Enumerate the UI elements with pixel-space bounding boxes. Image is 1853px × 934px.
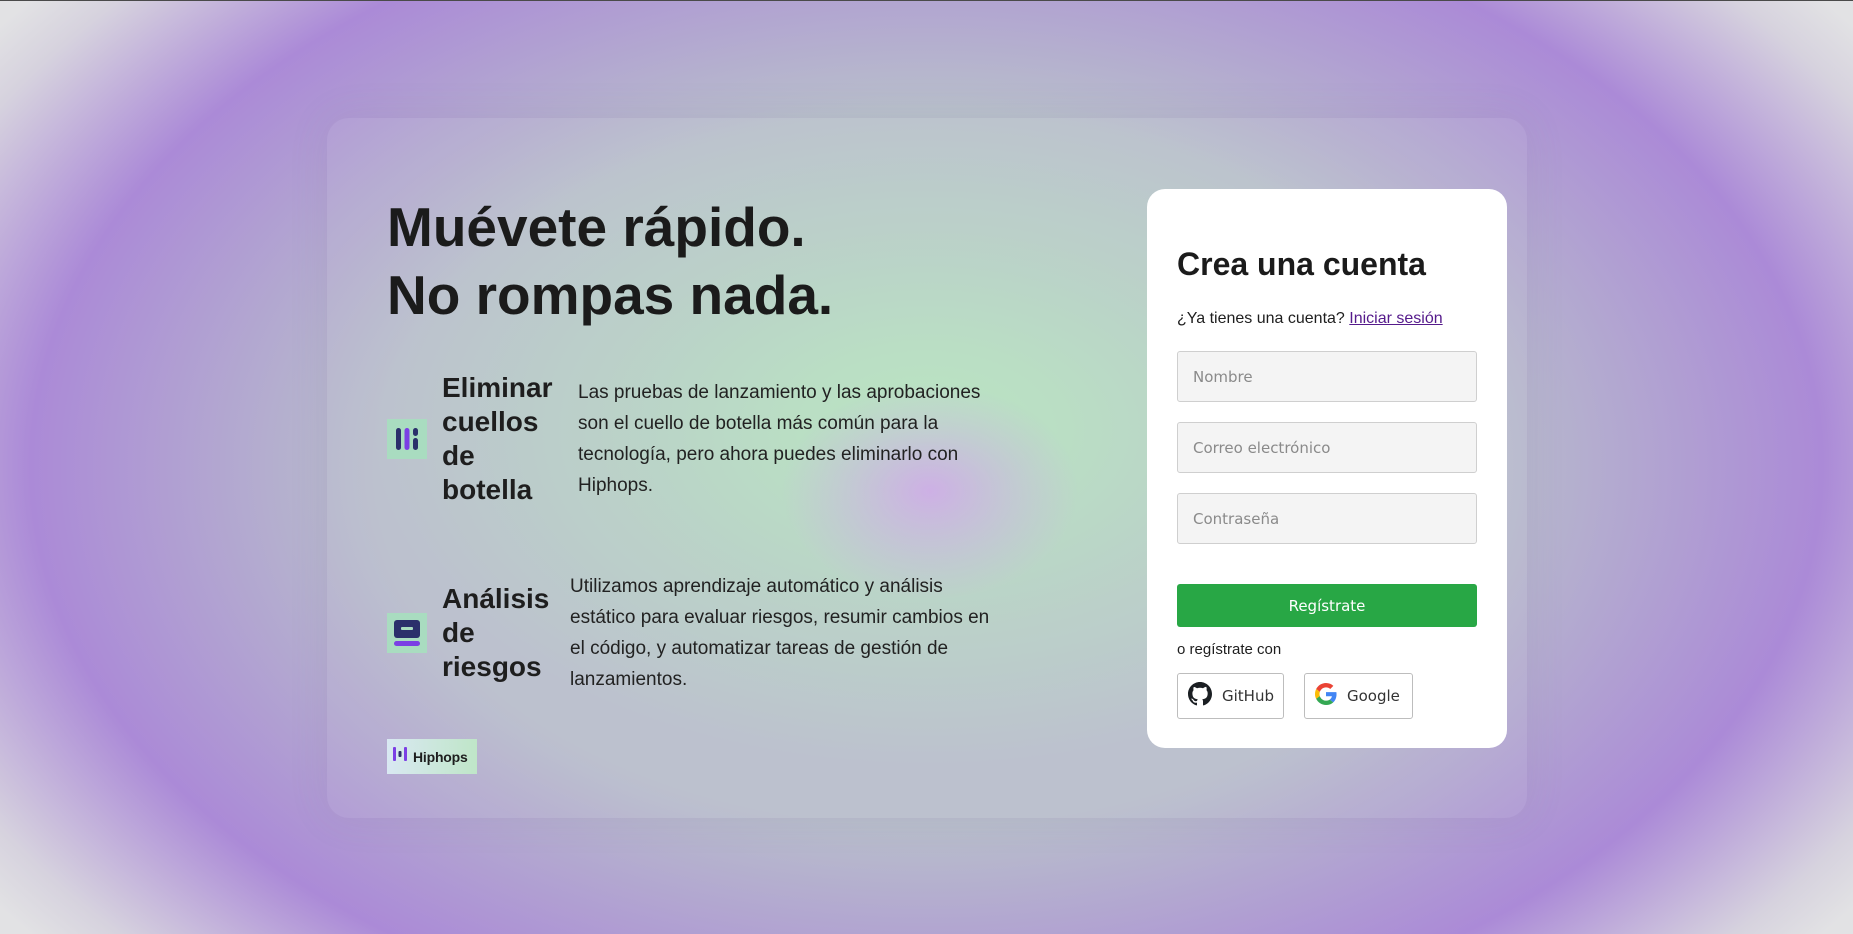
signup-title: Crea una cuenta (1177, 246, 1426, 282)
feature-description: Las pruebas de lanzamiento y las aprobac… (578, 382, 981, 496)
github-label: GitHub (1222, 687, 1274, 705)
have-account-text: ¿Ya tienes una cuenta? (1177, 310, 1345, 327)
brand-logo: Hiphops (387, 739, 477, 774)
password-input[interactable] (1177, 493, 1477, 544)
headline-line-1: Muévete rápido. (387, 196, 806, 258)
google-label: Google (1347, 687, 1400, 705)
login-link[interactable]: Iniciar sesión (1349, 310, 1442, 327)
github-signup-button[interactable]: GitHub (1177, 673, 1284, 719)
login-prompt: ¿Ya tienes una cuenta? Iniciar sesión (1177, 310, 1443, 328)
google-icon (1315, 683, 1337, 709)
signup-panel: Crea una cuenta ¿Ya tienes una cuenta? I… (1147, 189, 1507, 748)
google-signup-button[interactable]: Google (1304, 673, 1413, 719)
feature-title: Análisis de riesgos (442, 583, 550, 682)
hero-headline: Muévete rápido. No rompas nada. (387, 193, 833, 329)
email-input[interactable] (1177, 422, 1477, 473)
brand-name: Hiphops (413, 748, 468, 765)
hiphops-logo-icon (393, 746, 407, 767)
github-icon (1188, 682, 1212, 710)
headline-line-2: No rompas nada. (387, 264, 834, 326)
feature-bottlenecks: Eliminar cuellos de botella Las pruebas … (387, 371, 998, 507)
alt-signup-text: o regístrate con (1177, 641, 1282, 658)
risk-analysis-icon (387, 613, 427, 653)
name-input[interactable] (1177, 351, 1477, 402)
feature-description: Utilizamos aprendizaje automático y anál… (570, 576, 990, 690)
feature-risk-analysis: Análisis de riesgos Utilizamos aprendiza… (387, 571, 990, 695)
feature-title: Eliminar cuellos de botella (442, 372, 553, 505)
bottleneck-bars-icon (387, 419, 427, 459)
signup-button[interactable]: Regístrate (1177, 584, 1477, 627)
